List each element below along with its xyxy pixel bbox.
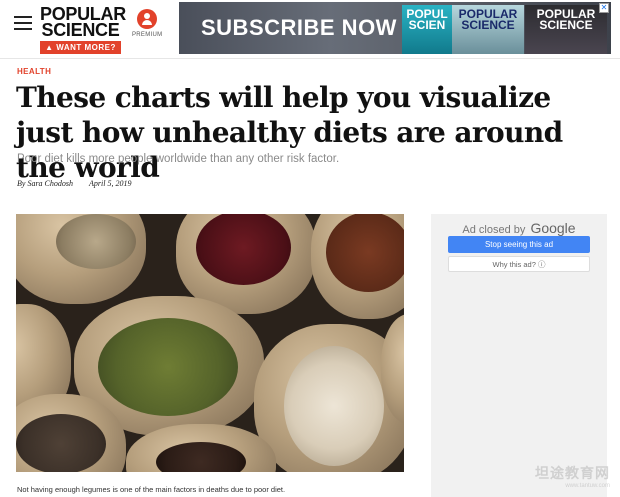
ad-closed-text: Ad closed by <box>462 224 526 236</box>
watermark: 坦途教育网 www.tantuw.com <box>535 463 610 489</box>
want-more-button[interactable]: ▲ WANT MORE? <box>40 41 121 54</box>
banner-text: SUBSCRIBE NOW <box>201 15 397 40</box>
premium-label: PREMIUM <box>132 32 163 38</box>
magazine-title: POPUL SCIEN <box>406 7 448 32</box>
header-divider <box>0 58 620 59</box>
beans <box>16 414 106 472</box>
magazine-title: POPULAR SCIENCE <box>536 7 596 32</box>
magazine-title: POPULAR SCIENCE <box>458 7 518 32</box>
site-logo[interactable]: POPULAR SCIENCE ▲ WANT MORE? <box>40 5 126 54</box>
watermark-url: www.tantuw.com <box>565 483 610 489</box>
author-link[interactable]: By Sara Chodosh <box>17 179 73 188</box>
byline: By Sara Chodosh April 5, 2019 <box>17 179 131 188</box>
user-icon <box>137 9 157 29</box>
why-this-ad-button[interactable]: Why this ad? ⓘ <box>448 256 590 272</box>
menu-icon[interactable] <box>14 16 32 30</box>
ad-closed-label: Ad closed by Google <box>431 220 607 236</box>
beans <box>284 346 384 466</box>
premium-link[interactable]: PREMIUM <box>132 9 162 38</box>
category-link[interactable]: HEALTH <box>17 67 51 76</box>
stop-seeing-ad-button[interactable]: Stop seeing this ad <box>448 236 590 253</box>
article-subhead: Poor diet kills more people worldwide th… <box>17 153 340 165</box>
image-caption: Not having enough legumes is one of the … <box>17 485 286 494</box>
publish-date: April 5, 2019 <box>89 179 132 188</box>
beans <box>326 214 404 292</box>
article-headline: These charts will help you visualize jus… <box>16 81 563 184</box>
beans <box>56 214 136 269</box>
logo-line-2: SCIENCE <box>41 20 120 40</box>
magazine-cover: POPULAR SCIENCE <box>452 5 524 54</box>
hero-image <box>16 214 404 472</box>
magazine-cover: POPULAR SCIENCE <box>525 5 607 54</box>
subscribe-banner-ad[interactable]: SUBSCRIBE NOW POPUL SCIEN POPULAR SCIENC… <box>179 2 611 54</box>
beans <box>98 318 238 416</box>
watermark-text: 坦途教育网 <box>535 465 610 481</box>
close-icon[interactable]: ✕ <box>599 3 609 13</box>
google-logo: Google <box>530 220 576 236</box>
magazine-cover: POPUL SCIEN <box>402 5 452 54</box>
site-header: POPULAR SCIENCE ▲ WANT MORE? PREMIUM SUB… <box>0 0 620 58</box>
side-ad-panel: Ad closed by Google Stop seeing this ad … <box>431 214 607 497</box>
